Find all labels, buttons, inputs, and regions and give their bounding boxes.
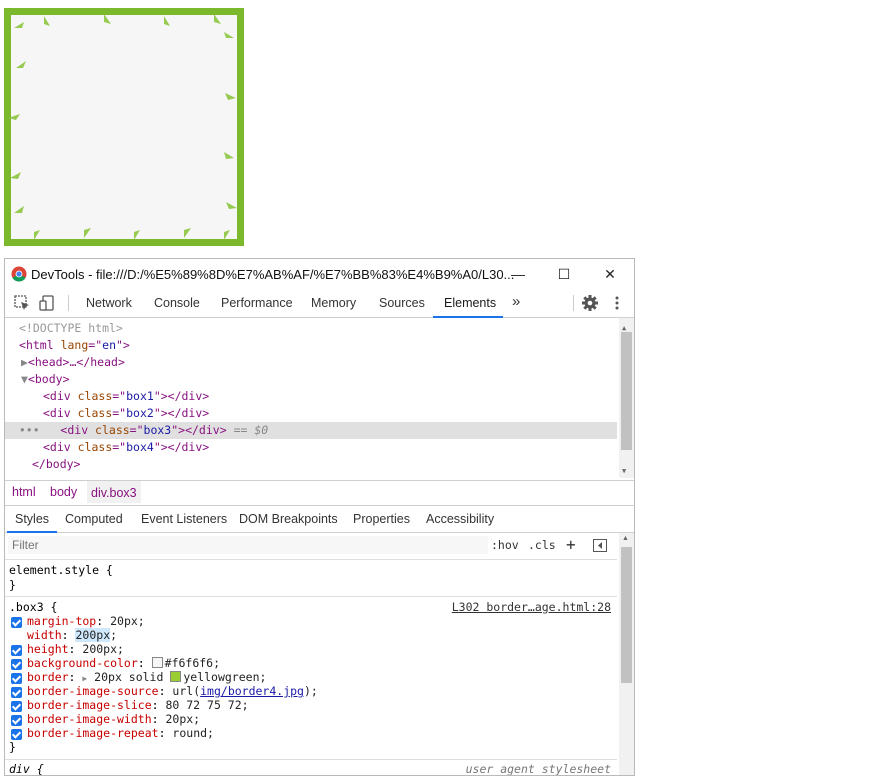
styles-scrollbar[interactable]: ▲: [619, 533, 634, 775]
minimize-button[interactable]: —: [506, 263, 530, 285]
devtools-window: DevTools - file:///D:/%E5%89%8D%E7%AB%AF…: [4, 258, 635, 776]
body-close-node[interactable]: </body>: [32, 456, 617, 473]
more-options-icon[interactable]: [608, 294, 626, 312]
tab-memory[interactable]: Memory: [311, 296, 356, 310]
color-swatch[interactable]: [151, 657, 163, 668]
property-checkbox[interactable]: [11, 673, 22, 684]
breadcrumb: html body div.box3: [5, 480, 634, 506]
width-value-editor[interactable]: 200px: [75, 628, 111, 642]
stylesheet-source-link[interactable]: L302 border…age.html:28: [452, 600, 611, 614]
tab-accessibility[interactable]: Accessibility: [426, 512, 494, 526]
tab-computed[interactable]: Computed: [65, 512, 123, 526]
toolbar-divider: [573, 295, 574, 311]
tab-styles[interactable]: Styles: [15, 512, 49, 526]
rule-close-brace: }: [9, 740, 16, 754]
property-checkbox[interactable]: [11, 645, 22, 656]
head-node[interactable]: ▶<head>…</head>: [21, 354, 617, 371]
scroll-thumb[interactable]: [621, 332, 632, 450]
dom-tree: <!DOCTYPE html> <html lang="en"> ▶<head>…: [5, 318, 634, 480]
devtools-toolbar: Network Console Performance Memory Sourc…: [5, 289, 634, 318]
color-swatch[interactable]: [170, 671, 182, 682]
breadcrumb-body[interactable]: body: [50, 485, 77, 499]
more-tabs-button[interactable]: »: [512, 293, 520, 310]
tab-console[interactable]: Console: [154, 296, 200, 310]
element-style-rule: element.style { }: [5, 560, 617, 597]
prop-background-color[interactable]: background-color: #f6f6f6;: [27, 656, 220, 670]
styles-pane: :hov .cls + element.style { } .box3 { L3…: [5, 533, 634, 775]
device-toolbar-icon[interactable]: [39, 294, 57, 312]
tab-sources[interactable]: Sources: [379, 296, 425, 310]
toolbar-divider: [68, 295, 69, 311]
prop-margin-top[interactable]: margin-top: 20px;: [27, 614, 145, 628]
breadcrumb-html[interactable]: html: [12, 485, 36, 499]
rule-close-brace: }: [9, 578, 16, 592]
prop-border-image-source[interactable]: border-image-source: url(img/border4.jpg…: [27, 684, 318, 698]
rendered-box3: [4, 8, 244, 246]
html-node[interactable]: <html lang="en">: [19, 337, 617, 354]
styles-filter-input[interactable]: [8, 536, 488, 554]
tab-elements[interactable]: Elements: [444, 296, 496, 310]
chrome-icon: [11, 266, 27, 282]
settings-gear-icon[interactable]: [581, 294, 599, 312]
image-url-link[interactable]: img/border4.jpg: [200, 684, 304, 698]
styles-pane-tabs: Styles Computed Event Listeners DOM Brea…: [5, 506, 634, 533]
property-checkbox[interactable]: [11, 617, 22, 628]
div-box4-node[interactable]: <div class="box4"></div>: [43, 439, 617, 456]
box3-selector[interactable]: .box3 {: [9, 600, 57, 614]
dom-scrollbar[interactable]: ▲ ▼: [619, 318, 634, 478]
tab-performance[interactable]: Performance: [221, 296, 293, 310]
maximize-button[interactable]: ☐: [552, 263, 576, 285]
prop-border[interactable]: border: ▶ 20px solid yellowgreen;: [27, 670, 266, 684]
prop-border-image-width[interactable]: border-image-width: 20px;: [27, 712, 200, 726]
inspect-element-icon[interactable]: [13, 294, 31, 312]
body-node[interactable]: ▼<body>: [21, 371, 617, 388]
prop-border-image-slice[interactable]: border-image-slice: 80 72 75 72;: [27, 698, 249, 712]
property-checkbox[interactable]: [11, 659, 22, 670]
window-title: DevTools - file:///D:/%E5%89%8D%E7%AB%AF…: [31, 267, 515, 282]
close-button[interactable]: ✕: [598, 263, 622, 285]
box3-style-rule: .box3 { L302 border…age.html:28 margin-t…: [5, 597, 617, 760]
tab-event-listeners[interactable]: Event Listeners: [141, 512, 227, 526]
prop-width-editing[interactable]: width: 200px;: [27, 628, 117, 642]
scroll-up-arrow[interactable]: ▲: [622, 535, 629, 542]
element-style-selector[interactable]: element.style {: [9, 563, 113, 577]
devtools-titlebar: DevTools - file:///D:/%E5%89%8D%E7%AB%AF…: [5, 259, 634, 289]
bamboo-border-decoration: [8, 14, 237, 240]
hov-toggle[interactable]: :hov: [491, 538, 519, 552]
property-checkbox[interactable]: [11, 729, 22, 740]
tab-properties[interactable]: Properties: [353, 512, 410, 526]
expand-arrow-icon[interactable]: ▶: [82, 674, 87, 683]
property-checkbox[interactable]: [11, 701, 22, 712]
breadcrumb-div-box3[interactable]: div.box3: [87, 481, 141, 503]
div-box3-node-selected[interactable]: ••• <div class="box3"></div> == $0: [5, 422, 617, 439]
property-checkbox[interactable]: [11, 715, 22, 726]
tab-dom-breakpoints[interactable]: DOM Breakpoints: [239, 512, 338, 526]
doctype-line[interactable]: <!DOCTYPE html>: [19, 320, 617, 337]
toggle-sidebar-icon[interactable]: [593, 539, 607, 552]
div-box1-node[interactable]: <div class="box1"></div>: [43, 388, 617, 405]
scroll-thumb[interactable]: [621, 547, 632, 683]
scroll-down-arrow[interactable]: ▼: [622, 463, 626, 480]
tab-network[interactable]: Network: [86, 296, 132, 310]
cls-toggle[interactable]: .cls: [528, 538, 556, 552]
div-box2-node[interactable]: <div class="box2"></div>: [43, 405, 617, 422]
styles-filter-bar: :hov .cls +: [5, 533, 617, 560]
prop-border-image-repeat[interactable]: border-image-repeat: round;: [27, 726, 214, 740]
prop-height[interactable]: height: 200px;: [27, 642, 124, 656]
property-checkbox[interactable]: [11, 687, 22, 698]
new-style-rule-button[interactable]: +: [566, 535, 576, 554]
